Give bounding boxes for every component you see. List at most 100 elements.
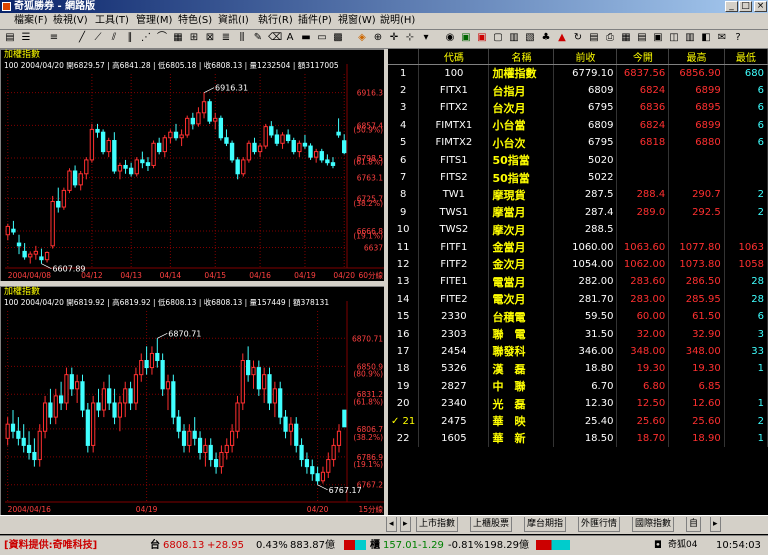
color-icon[interactable]: ◉ bbox=[444, 32, 456, 44]
table-row[interactable]: 8 TW1 摩現貨 287.5 288.4 290.7 2 bbox=[388, 186, 768, 204]
alert-icon[interactable]: ▲ bbox=[556, 32, 568, 44]
tab-custom[interactable]: 自 bbox=[686, 517, 702, 532]
low-price: 2 bbox=[724, 412, 768, 430]
message-icon[interactable]: ✉ bbox=[716, 32, 728, 44]
menu-run[interactable]: 執行(R) bbox=[258, 14, 293, 28]
channel-tool-icon[interactable]: ⫽ bbox=[108, 32, 120, 44]
column-header[interactable]: 最高 bbox=[668, 49, 725, 65]
calendar-icon[interactable]: ▦ bbox=[620, 32, 632, 44]
table-row[interactable]: 4 FIMTX1 小台當 6809 6824 6899 6 bbox=[388, 116, 768, 135]
crosshair-icon[interactable]: ✛ bbox=[388, 32, 400, 44]
tab-international-index[interactable]: 國際指數 bbox=[632, 517, 675, 532]
fan-tool-icon[interactable]: ⋰ bbox=[140, 32, 152, 44]
menu-window[interactable]: 視窗(W) bbox=[338, 14, 376, 28]
table-row[interactable]: 14 FITE2 電次月 281.70 283.00 285.95 28 bbox=[388, 290, 768, 308]
minimize-button[interactable]: _ bbox=[725, 1, 738, 12]
chart-60min[interactable]: 6916.3 6857.4 (50.9%) 6798.5 (61.8%) 6763.1 67… bbox=[0, 49, 385, 282]
chart-icon[interactable]: ▧ bbox=[524, 32, 536, 44]
table-row[interactable]: 2 FITX1 台指月 6809 6824 6899 6 bbox=[388, 81, 768, 100]
tree-icon[interactable]: ♣ bbox=[540, 32, 552, 44]
tab-msci-futures[interactable]: 摩台期指 bbox=[524, 517, 567, 532]
split-icon[interactable]: ◫ bbox=[668, 32, 680, 44]
tab-scroll-next[interactable]: ▸ bbox=[710, 517, 721, 532]
refresh-icon[interactable]: ↻ bbox=[572, 32, 584, 44]
menu-help[interactable]: 說明(H) bbox=[380, 14, 415, 28]
table-row[interactable]: 1 100 加權指數 6779.10 6837.56 6856.90 680 bbox=[388, 64, 768, 82]
indent-icon[interactable]: ≡ bbox=[48, 32, 60, 44]
report-icon[interactable]: ▤ bbox=[588, 32, 600, 44]
tab-listed-index[interactable]: 上市指數 bbox=[416, 517, 459, 532]
box-icon[interactable]: ▭ bbox=[316, 32, 328, 44]
tab-scroll-first[interactable]: ◂ bbox=[386, 517, 397, 532]
table-row[interactable]: 19 2827 中 聯 6.70 6.80 6.85 bbox=[388, 377, 768, 395]
table-row[interactable]: 13 FITE1 電當月 282.00 283.60 286.50 28 bbox=[388, 273, 768, 291]
line-tool-icon[interactable]: ╱ bbox=[76, 32, 88, 44]
window-icon[interactable]: ▣ bbox=[652, 32, 664, 44]
gann-tool-icon[interactable]: ⊠ bbox=[204, 32, 216, 44]
table-row[interactable]: 9 TWS1 摩當月 287.4 289.0 292.5 2 bbox=[388, 203, 768, 222]
ray-tool-icon[interactable]: ⟋ bbox=[92, 32, 104, 44]
table-row[interactable]: 7 FITS2 50指當 5022 bbox=[388, 168, 768, 187]
menu-tools[interactable]: 工具(T) bbox=[95, 14, 129, 28]
arc-tool-icon[interactable]: ⌒ bbox=[156, 32, 168, 44]
menu-view[interactable]: 檢視(V) bbox=[53, 14, 88, 28]
table-row[interactable]: 22 1605 華 新 18.50 18.70 18.90 1 bbox=[388, 429, 768, 448]
help-icon[interactable]: ? bbox=[732, 32, 744, 44]
table-row[interactable]: 12 FITF2 金次月 1054.00 1062.00 1073.80 1058 bbox=[388, 255, 768, 274]
green-doc-icon[interactable]: ▣ bbox=[460, 32, 472, 44]
maximize-button[interactable]: □ bbox=[739, 1, 752, 12]
eraser-icon[interactable]: ⌫ bbox=[268, 32, 282, 44]
tab-scroll-prev[interactable]: ▸ bbox=[400, 517, 411, 532]
table-row[interactable]: 3 FITX2 台次月 6795 6836 6895 6 bbox=[388, 99, 768, 117]
text-tool-icon[interactable]: A bbox=[284, 32, 296, 44]
tab-otc-stocks[interactable]: 上櫃股票 bbox=[470, 517, 513, 532]
grid-tool-icon[interactable]: ▦ bbox=[172, 32, 184, 44]
pencil-tool-icon[interactable]: ✎ bbox=[252, 32, 264, 44]
column-header[interactable]: 今開 bbox=[616, 49, 670, 65]
table-row[interactable]: 5 FIMTX2 小台次 6795 6818 6880 6 bbox=[388, 134, 768, 152]
folder-icon[interactable]: ◈ bbox=[356, 32, 368, 44]
zoom-icon[interactable]: ⊕ bbox=[372, 32, 384, 44]
new-icon[interactable]: ▤ bbox=[4, 32, 16, 44]
hbar-icon[interactable]: ▬ bbox=[300, 32, 312, 44]
column-header[interactable]: 前收 bbox=[553, 49, 618, 65]
table-row[interactable]: 11 FITF1 金當月 1060.00 1063.60 1077.80 1063 bbox=[388, 238, 768, 256]
column-header[interactable]: 代碼 bbox=[418, 49, 490, 65]
table-row[interactable]: 17 2454 聯發科 346.00 348.00 348.00 33 bbox=[388, 342, 768, 361]
table-row[interactable]: 6 FITS1 50指當 5020 bbox=[388, 151, 768, 169]
cycle-tool-icon[interactable]: ⫼ bbox=[236, 32, 248, 44]
red-doc-icon[interactable]: ▣ bbox=[476, 32, 488, 44]
options-icon[interactable]: ◧ bbox=[700, 32, 712, 44]
menu-features[interactable]: 特色(S) bbox=[178, 14, 212, 28]
card-icon[interactable]: ▢ bbox=[492, 32, 504, 44]
book-icon[interactable]: ▥ bbox=[508, 32, 520, 44]
close-button[interactable]: × bbox=[754, 1, 767, 12]
target-icon[interactable]: ⊹ bbox=[404, 32, 416, 44]
table-row[interactable]: ✓ 21 2475 華 映 25.40 25.60 25.60 2 bbox=[388, 412, 768, 430]
tab-forex[interactable]: 外匯行情 bbox=[578, 517, 621, 532]
menu-manage[interactable]: 管理(M) bbox=[136, 14, 172, 28]
fib-tool-icon[interactable]: ≣ bbox=[220, 32, 232, 44]
row-number: 9 bbox=[388, 203, 420, 222]
list-icon[interactable]: ☰ bbox=[20, 32, 32, 44]
menu-plugins[interactable]: 插件(P) bbox=[298, 14, 332, 28]
menu-file[interactable]: 檔案(F) bbox=[14, 14, 48, 28]
column-header[interactable]: 最低 bbox=[724, 49, 768, 65]
table-row[interactable]: 15 2330 台積電 59.50 60.00 61.50 6 bbox=[388, 307, 768, 326]
cross-tool-icon[interactable]: ⊞ bbox=[188, 32, 200, 44]
print-icon[interactable]: ⎙ bbox=[604, 32, 616, 44]
candle-body bbox=[165, 381, 171, 390]
table-icon[interactable]: ▤ bbox=[636, 32, 648, 44]
column-header[interactable] bbox=[388, 49, 420, 65]
menu-info[interactable]: 資訊(I) bbox=[218, 14, 249, 28]
chart-15min[interactable]: 6870.71 6850.9 (80.9%) 6831.2 (61.8%) 6806.7(… bbox=[0, 286, 385, 516]
parallel-tool-icon[interactable]: ∥ bbox=[124, 32, 136, 44]
table-row[interactable]: 18 5326 漢 磊 18.80 19.30 19.30 1 bbox=[388, 360, 768, 378]
table-row[interactable]: 10 TWS2 摩次月 288.5 bbox=[388, 221, 768, 239]
pattern-icon[interactable]: ▩ bbox=[332, 32, 344, 44]
table-row[interactable]: 20 2340 光 磊 12.30 12.50 12.60 1 bbox=[388, 394, 768, 413]
table-row[interactable]: 16 2303 聯 電 31.50 32.00 32.90 3 bbox=[388, 325, 768, 343]
select-icon[interactable]: ▾ bbox=[420, 32, 432, 44]
column-header[interactable]: 名稱 bbox=[488, 49, 555, 65]
layout-icon[interactable]: ▥ bbox=[684, 32, 696, 44]
